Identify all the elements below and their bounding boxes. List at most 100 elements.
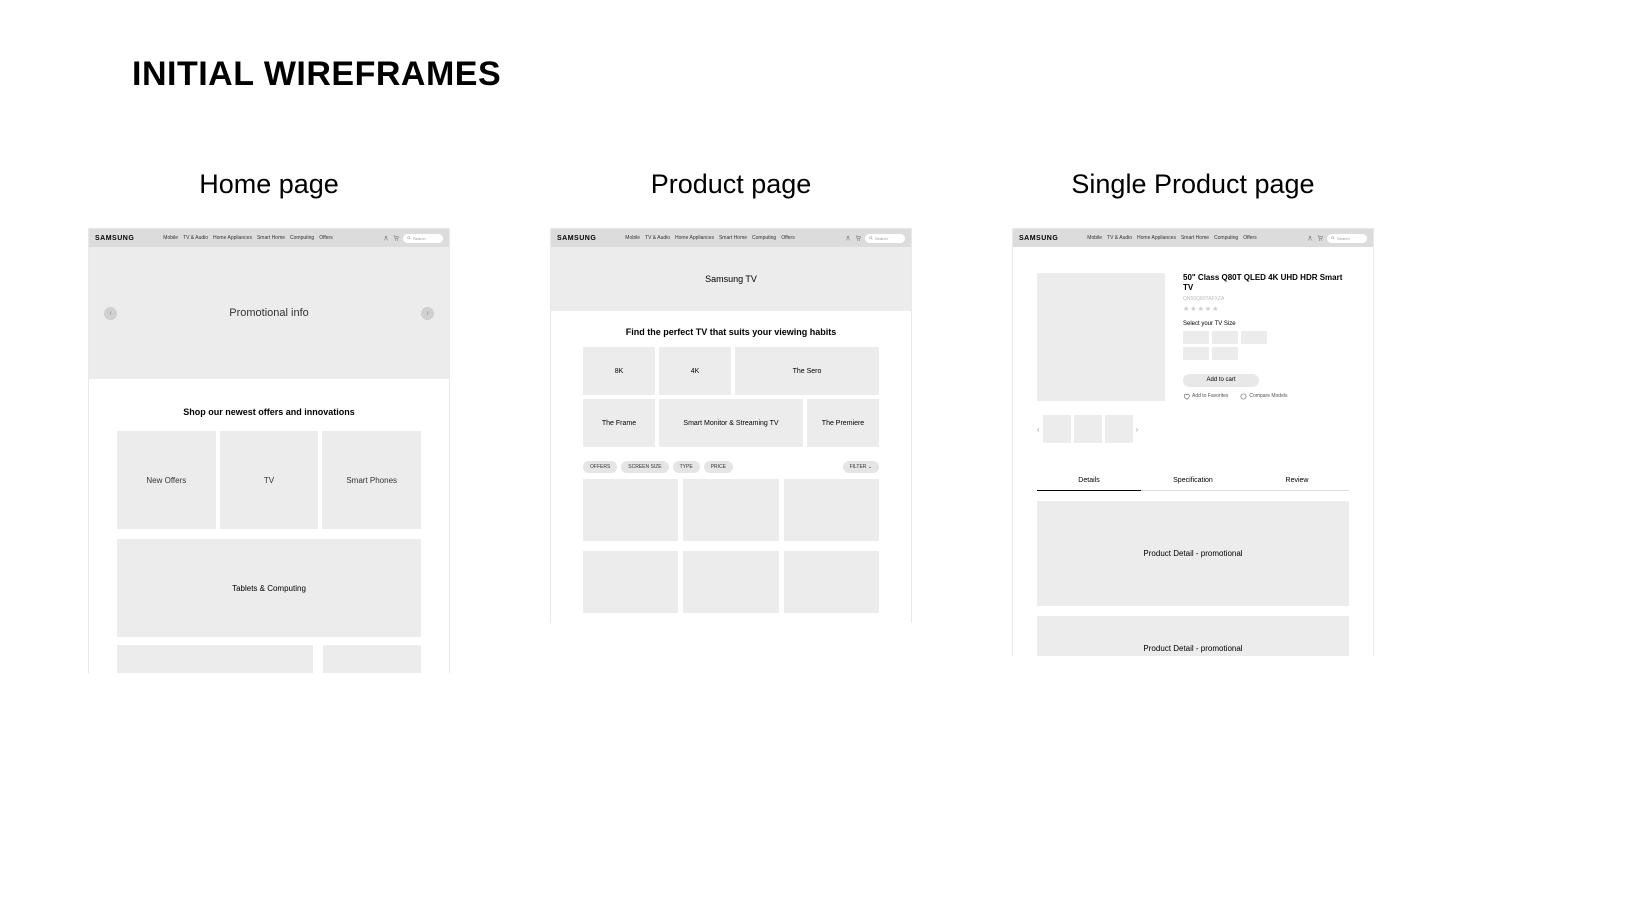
search-placeholder: Search: [413, 236, 426, 241]
card-placeholder[interactable]: [323, 645, 421, 673]
product-main-image: [1037, 273, 1165, 401]
nav-mobile[interactable]: Mobile: [1087, 235, 1102, 241]
nav-mobile[interactable]: Mobile: [625, 235, 640, 241]
size-option[interactable]: [1212, 331, 1238, 344]
nav-computing[interactable]: Computing: [290, 235, 314, 241]
chip-type[interactable]: TYPE: [673, 461, 700, 473]
nav-offers[interactable]: Offers: [319, 235, 333, 241]
add-to-favorites-button[interactable]: Add to Favorites: [1183, 393, 1228, 400]
cat-premiere[interactable]: The Premiere: [807, 399, 879, 447]
search-icon: [407, 236, 411, 240]
thumb-next-button[interactable]: ›: [1136, 425, 1139, 434]
product-card[interactable]: [784, 551, 879, 613]
size-option[interactable]: [1183, 331, 1209, 344]
hero-carousel: ‹ Promotional info ›: [89, 247, 449, 379]
cat-8k[interactable]: 8K: [583, 347, 655, 395]
search-input[interactable]: Search: [403, 234, 443, 243]
product-card[interactable]: [583, 551, 678, 613]
nav-tv-audio[interactable]: TV & Audio: [1107, 235, 1132, 241]
user-icon[interactable]: [845, 235, 851, 241]
single-column: Single Product page SAMSUNG Mobile TV & …: [1012, 169, 1374, 673]
single-frame: SAMSUNG Mobile TV & Audio Home Appliance…: [1012, 228, 1374, 656]
nav-tv-audio[interactable]: TV & Audio: [183, 235, 208, 241]
compare-models-button[interactable]: Compare Models: [1240, 393, 1287, 400]
nav-smart-home[interactable]: Smart Home: [719, 235, 747, 241]
thumbnail-image[interactable]: [1105, 415, 1133, 443]
star-icon: ★: [1205, 305, 1211, 313]
card-placeholder[interactable]: [117, 645, 313, 673]
circle-icon: [1240, 393, 1247, 400]
user-icon[interactable]: [383, 235, 389, 241]
nav-offers[interactable]: Offers: [1243, 235, 1257, 241]
nav-computing[interactable]: Computing: [1214, 235, 1238, 241]
chip-offers[interactable]: OFFERS: [583, 461, 617, 473]
chip-price[interactable]: PRICE: [704, 461, 733, 473]
nav-home-appliances[interactable]: Home Appliances: [1137, 235, 1176, 241]
chip-screen-size[interactable]: SCREEN SIZE: [621, 461, 668, 473]
logo[interactable]: SAMSUNG: [557, 235, 596, 242]
product-grid: [551, 479, 911, 613]
search-input[interactable]: Search: [1327, 234, 1367, 243]
cat-monitor[interactable]: Smart Monitor & Streaming TV: [659, 399, 803, 447]
nav-smart-home[interactable]: Smart Home: [257, 235, 285, 241]
card-new-offers[interactable]: New Offers: [117, 431, 216, 529]
thumbnail-image[interactable]: [1043, 415, 1071, 443]
tab-specification[interactable]: Specification: [1141, 471, 1245, 490]
compare-label: Compare Models: [1249, 393, 1287, 399]
logo[interactable]: SAMSUNG: [1019, 235, 1058, 242]
nav-computing[interactable]: Computing: [752, 235, 776, 241]
cart-icon[interactable]: [1317, 235, 1323, 241]
add-to-cart-button[interactable]: Add to cart: [1183, 374, 1259, 387]
star-icon: ★: [1198, 305, 1204, 313]
header-bar: SAMSUNG Mobile TV & Audio Home Appliance…: [1013, 229, 1373, 247]
filter-button[interactable]: FILTER ⌄: [843, 461, 879, 473]
tab-details[interactable]: Details: [1037, 471, 1141, 491]
shop-section-title: Shop our newest offers and innovations: [89, 379, 449, 431]
product-info: 50" Class Q80T QLED 4K UHD HDR Smart TV …: [1183, 273, 1349, 401]
thumbnail-image[interactable]: [1074, 415, 1102, 443]
category-banner: Samsung TV: [551, 247, 911, 311]
home-frame: SAMSUNG Mobile TV & Audio Home Appliance…: [88, 228, 450, 673]
search-icon: [1331, 236, 1335, 240]
search-input[interactable]: Search: [865, 234, 905, 243]
nav-home-appliances[interactable]: Home Appliances: [675, 235, 714, 241]
nav: Mobile TV & Audio Home Appliances Smart …: [163, 235, 332, 241]
product-card[interactable]: [683, 479, 778, 541]
card-tv[interactable]: TV: [220, 431, 319, 529]
size-option[interactable]: [1183, 347, 1209, 360]
cat-sero[interactable]: The Sero: [735, 347, 879, 395]
product-column-title: Product page: [651, 169, 812, 200]
carousel-prev-button[interactable]: ‹: [104, 307, 117, 320]
nav-mobile[interactable]: Mobile: [163, 235, 178, 241]
card-smart-phones[interactable]: Smart Phones: [322, 431, 421, 529]
nav: Mobile TV & Audio Home Appliances Smart …: [1087, 235, 1256, 241]
cart-icon[interactable]: [855, 235, 861, 241]
star-icon: ★: [1190, 305, 1196, 313]
rating-stars[interactable]: ★★★★★: [1183, 305, 1349, 313]
user-icon[interactable]: [1307, 235, 1313, 241]
tab-review[interactable]: Review: [1245, 471, 1349, 490]
logo[interactable]: SAMSUNG: [95, 235, 134, 242]
cat-4k[interactable]: 4K: [659, 347, 731, 395]
product-card[interactable]: [683, 551, 778, 613]
product-column: Product page SAMSUNG Mobile TV & Audio H…: [550, 169, 912, 673]
product-sku: QN50Q80TAFXZA: [1183, 296, 1349, 302]
cat-frame[interactable]: The Frame: [583, 399, 655, 447]
product-card[interactable]: [583, 479, 678, 541]
detail-tabs: Details Specification Review: [1037, 471, 1349, 491]
nav-smart-home[interactable]: Smart Home: [1181, 235, 1209, 241]
thumb-prev-button[interactable]: ‹: [1037, 425, 1040, 434]
product-hero: 50" Class Q80T QLED 4K UHD HDR Smart TV …: [1013, 247, 1373, 401]
card-tablets-computing[interactable]: Tablets & Computing: [117, 539, 421, 637]
carousel-next-button[interactable]: ›: [421, 307, 434, 320]
product-card[interactable]: [784, 479, 879, 541]
bottom-row: [89, 637, 449, 673]
thumbnail-carousel: ‹ ›: [1013, 401, 1373, 443]
nav-home-appliances[interactable]: Home Appliances: [213, 235, 252, 241]
nav-offers[interactable]: Offers: [781, 235, 795, 241]
nav-tv-audio[interactable]: TV & Audio: [645, 235, 670, 241]
size-option[interactable]: [1241, 331, 1267, 344]
star-icon: ★: [1183, 305, 1189, 313]
cart-icon[interactable]: [393, 235, 399, 241]
size-option[interactable]: [1212, 347, 1238, 360]
